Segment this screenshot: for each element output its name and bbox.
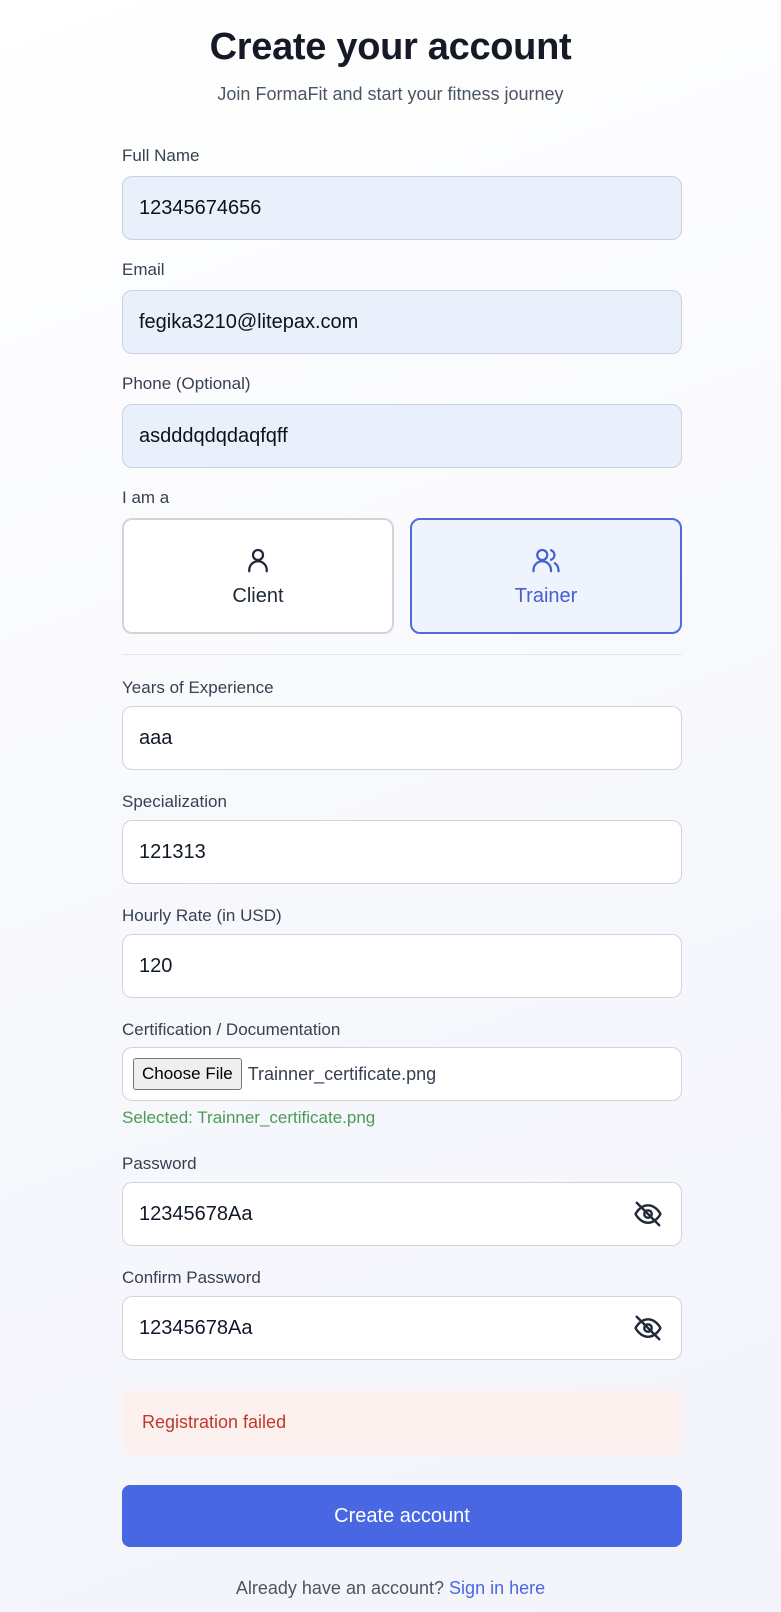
eye-off-icon	[634, 1315, 662, 1341]
email-value: fegika3210@litepax.com	[139, 310, 359, 333]
signup-page: Create your account Join FormaFit and st…	[0, 0, 781, 1612]
experience-value: aaa	[139, 726, 173, 749]
role-option-trainer-label: Trainer	[514, 584, 578, 607]
full-name-label: Full Name	[122, 146, 200, 165]
signin-prompt: Already have an account? Sign in here	[0, 1578, 781, 1599]
page-title: Create your account	[209, 26, 572, 68]
create-account-button[interactable]: Create account	[122, 1485, 682, 1547]
certification-selected-text: Selected: Trainner_certificate.png	[122, 1108, 376, 1127]
phone-value: asdddqdqdaqfqff	[139, 424, 288, 447]
certification-file-input: Choose File Trainner_certificate.png	[122, 1047, 682, 1101]
users-icon	[532, 548, 560, 572]
role-option-client[interactable]: Client	[122, 518, 394, 634]
phone-input[interactable]: asdddqdqdaqfqff	[122, 404, 682, 468]
email-input[interactable]: fegika3210@litepax.com	[122, 290, 682, 354]
phone-label: Phone (Optional)	[122, 374, 251, 393]
full-name-input[interactable]: 12345674656	[122, 176, 682, 240]
choose-file-button[interactable]: Choose File	[133, 1058, 242, 1090]
full-name-value: 12345674656	[139, 196, 262, 219]
password-input[interactable]: 12345678Aa	[122, 1182, 682, 1246]
specialization-input[interactable]: 121313	[122, 820, 682, 884]
certification-file-name: Trainner_certificate.png	[247, 1063, 437, 1084]
user-icon	[248, 548, 268, 572]
confirm-password-input[interactable]: 12345678Aa	[122, 1296, 682, 1360]
error-message: Registration failed	[142, 1412, 287, 1432]
confirm-password-value: 12345678Aa	[139, 1316, 253, 1339]
password-value: 12345678Aa	[139, 1202, 253, 1225]
role-option-trainer[interactable]: Trainer	[410, 518, 682, 634]
password-label: Password	[122, 1154, 197, 1173]
certification-label: Certification / Documentation	[122, 1020, 341, 1039]
confirm-password-visibility-toggle[interactable]	[631, 1311, 665, 1345]
experience-label: Years of Experience	[122, 678, 274, 697]
section-divider	[122, 654, 682, 655]
eye-off-icon	[634, 1201, 662, 1227]
specialization-value: 121313	[139, 840, 206, 863]
signin-prompt-text: Already have an account?	[235, 1578, 445, 1598]
email-label: Email	[122, 260, 165, 279]
confirm-password-label: Confirm Password	[122, 1268, 261, 1287]
error-alert: Registration failed	[122, 1390, 682, 1455]
hourly-rate-input[interactable]: 120	[122, 934, 682, 998]
password-visibility-toggle[interactable]	[631, 1197, 665, 1231]
role-label: I am a	[122, 488, 170, 507]
page-subtitle: Join FormaFit and start your fitness jou…	[217, 84, 564, 104]
hourly-rate-value: 120	[139, 954, 173, 977]
signin-link[interactable]: Sign in here	[449, 1578, 545, 1598]
role-option-client-label: Client	[232, 584, 284, 607]
specialization-label: Specialization	[122, 792, 227, 811]
hourly-rate-label: Hourly Rate (in USD)	[122, 906, 282, 925]
experience-input[interactable]: aaa	[122, 706, 682, 770]
